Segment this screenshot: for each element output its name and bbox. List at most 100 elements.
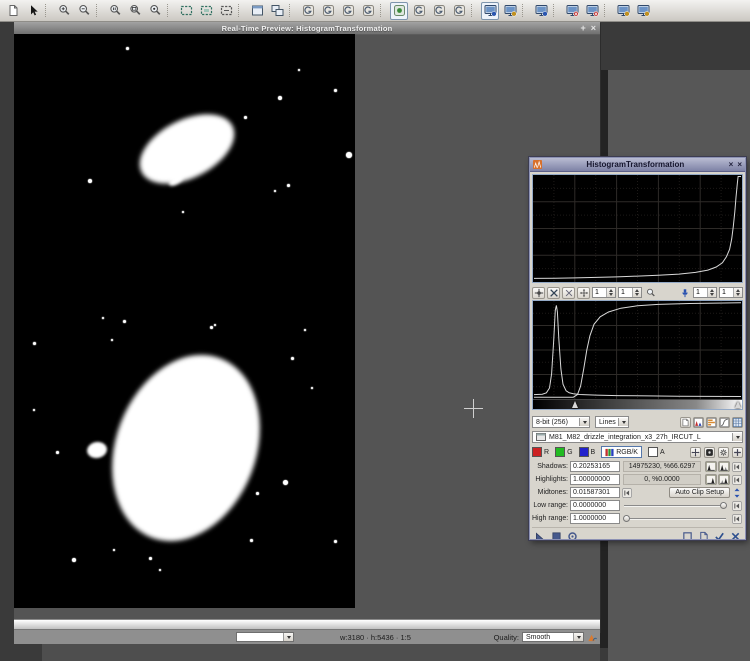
- star: [125, 46, 129, 50]
- highlights-input[interactable]: 1.00000000: [570, 474, 620, 485]
- vertical-zoom-spinner-2[interactable]: 1: [719, 287, 743, 298]
- shadows-input[interactable]: 0.20253165: [570, 461, 620, 472]
- toolbar-mon-red-icon[interactable]: [563, 2, 581, 20]
- view-selector-combo[interactable]: M81_M82_drizzle_integration_x3_27h_IRCUT…: [532, 431, 743, 443]
- edit-instance-icon[interactable]: [681, 531, 693, 539]
- auto-clip-highlights-icon[interactable]: [705, 474, 717, 485]
- toolbar-mon-red-icon[interactable]: [583, 2, 601, 20]
- readout-crosshair-icon[interactable]: [732, 446, 743, 458]
- show-grid-icon[interactable]: [732, 416, 743, 428]
- channel-rgbk-button[interactable]: RGB/K: [601, 446, 642, 458]
- dialog-titlebar[interactable]: HistogramTransformation × ×: [530, 158, 745, 172]
- highlights-marker[interactable]: [735, 401, 741, 408]
- real-time-preview-icon[interactable]: [566, 531, 578, 539]
- reset-shadows-icon[interactable]: [731, 461, 743, 472]
- toolbar-prev-icon[interactable]: [390, 1, 408, 20]
- toolbar-mag-plus-icon[interactable]: [55, 2, 73, 20]
- channel-blue-button[interactable]: B: [578, 447, 595, 457]
- render-quality-icon[interactable]: [587, 632, 598, 643]
- toolbar-mon-gold-icon[interactable]: [501, 2, 519, 20]
- reset-midtones-icon[interactable]: [621, 487, 633, 498]
- star: [304, 329, 306, 331]
- apply-icon[interactable]: [550, 531, 562, 539]
- lock-zoom-icon[interactable]: [678, 287, 691, 299]
- toolbar-mag-fit-icon[interactable]: [126, 2, 144, 20]
- horizontal-zoom-spinner[interactable]: 1: [592, 287, 616, 298]
- auto-clip-highlights-2-icon[interactable]: [718, 474, 730, 485]
- toolbar-g1-icon[interactable]: [430, 2, 448, 20]
- image-canvas[interactable]: [14, 34, 355, 608]
- show-curve-icon[interactable]: [719, 416, 730, 428]
- shade-icon[interactable]: ×: [729, 159, 734, 170]
- toolbar-mon-gold-icon[interactable]: [634, 2, 652, 20]
- magnifier-icon[interactable]: [644, 287, 657, 299]
- close-icon[interactable]: ×: [591, 23, 596, 33]
- horizontal-scrollbar[interactable]: [14, 619, 600, 630]
- toolbar-dash3-icon[interactable]: [217, 2, 235, 20]
- auto-clip-shadows-2-icon[interactable]: [718, 461, 730, 472]
- readout-pan-icon[interactable]: [532, 286, 545, 299]
- pan-mode-icon[interactable]: [577, 286, 590, 299]
- reset-high-range-icon[interactable]: [731, 513, 743, 524]
- dropdown-arrow-icon[interactable]: [283, 633, 293, 641]
- channel-green-button[interactable]: G: [555, 447, 573, 457]
- toolbar-mon-blue-icon[interactable]: [481, 1, 499, 20]
- show-raw-histogram-icon[interactable]: [680, 416, 691, 428]
- zoom-out-mode-icon[interactable]: [562, 286, 575, 299]
- toolbar-mag-minus-icon[interactable]: [75, 2, 93, 20]
- readout-black-icon[interactable]: [704, 446, 715, 458]
- toolbar-mon-blue-icon[interactable]: [532, 2, 550, 20]
- toolbar-mag-sq-icon[interactable]: [146, 2, 164, 20]
- toolbar-g1-icon[interactable]: [339, 2, 357, 20]
- browse-documentation-icon[interactable]: [697, 531, 709, 539]
- toolbar-g1-icon[interactable]: [319, 2, 337, 20]
- toolbar-mon-gold-icon[interactable]: [614, 2, 632, 20]
- high-range-input[interactable]: 1.0000000: [570, 513, 620, 524]
- reset-icon[interactable]: [729, 531, 741, 539]
- resolution-combo[interactable]: 8-bit (256): [532, 416, 590, 428]
- quality-combo[interactable]: Smooth: [522, 632, 584, 642]
- toolbar-g1-icon[interactable]: [299, 2, 317, 20]
- low-range-slider[interactable]: [623, 500, 727, 511]
- preview-zoom-combo[interactable]: [236, 632, 294, 642]
- horizontal-zoom-spinner-2[interactable]: 1: [693, 287, 717, 298]
- send-parameters-icon[interactable]: [731, 487, 743, 498]
- shadows-marker[interactable]: [571, 401, 578, 408]
- toolbar-dash2-icon[interactable]: [197, 2, 215, 20]
- zoom-in-mode-icon[interactable]: [547, 286, 560, 299]
- readout-gear-icon[interactable]: [718, 446, 729, 458]
- toolbar-separator: [553, 4, 560, 17]
- reset-low-range-icon[interactable]: [731, 500, 743, 511]
- channel-alpha-button[interactable]: A: [647, 447, 665, 457]
- show-bars-icon[interactable]: [706, 416, 717, 428]
- low-range-input[interactable]: 0.0000000: [570, 500, 620, 511]
- toolbar-g1-icon[interactable]: [450, 2, 468, 20]
- high-range-slider[interactable]: [623, 513, 727, 524]
- auto-clip-shadows-icon[interactable]: [705, 461, 717, 472]
- auto-clip-setup-button[interactable]: Auto Clip Setup: [669, 487, 730, 498]
- vertical-zoom-spinner[interactable]: 1: [618, 287, 642, 298]
- toolbar-g1-icon[interactable]: [359, 2, 377, 20]
- toolbar-file-icon[interactable]: [4, 2, 22, 20]
- toolbar-wintile-icon[interactable]: [268, 2, 286, 20]
- track-view-icon[interactable]: [713, 531, 725, 539]
- show-clippings-icon[interactable]: [693, 416, 704, 428]
- input-histogram-plot[interactable]: [533, 301, 742, 399]
- output-histogram-plot[interactable]: [532, 174, 743, 283]
- toolbar-cursor-icon[interactable]: [24, 2, 42, 20]
- plot-style-combo[interactable]: Lines: [595, 416, 629, 428]
- slider-handle[interactable]: [623, 515, 630, 522]
- slider-handle[interactable]: [720, 502, 727, 509]
- readout-mode-icon[interactable]: [690, 446, 701, 458]
- shade-icon[interactable]: +: [580, 23, 585, 33]
- close-icon[interactable]: ×: [737, 159, 742, 170]
- toolbar-winmax-icon[interactable]: [248, 2, 266, 20]
- new-instance-icon[interactable]: [534, 531, 546, 539]
- toolbar-dash1-icon[interactable]: [177, 2, 195, 20]
- channel-red-button[interactable]: R: [532, 447, 549, 457]
- midtones-input[interactable]: 0.01587301: [570, 487, 620, 498]
- star: [102, 317, 104, 319]
- toolbar-g1-icon[interactable]: [410, 2, 428, 20]
- reset-highlights-icon[interactable]: [731, 474, 743, 485]
- toolbar-mag-11-icon[interactable]: [106, 2, 124, 20]
